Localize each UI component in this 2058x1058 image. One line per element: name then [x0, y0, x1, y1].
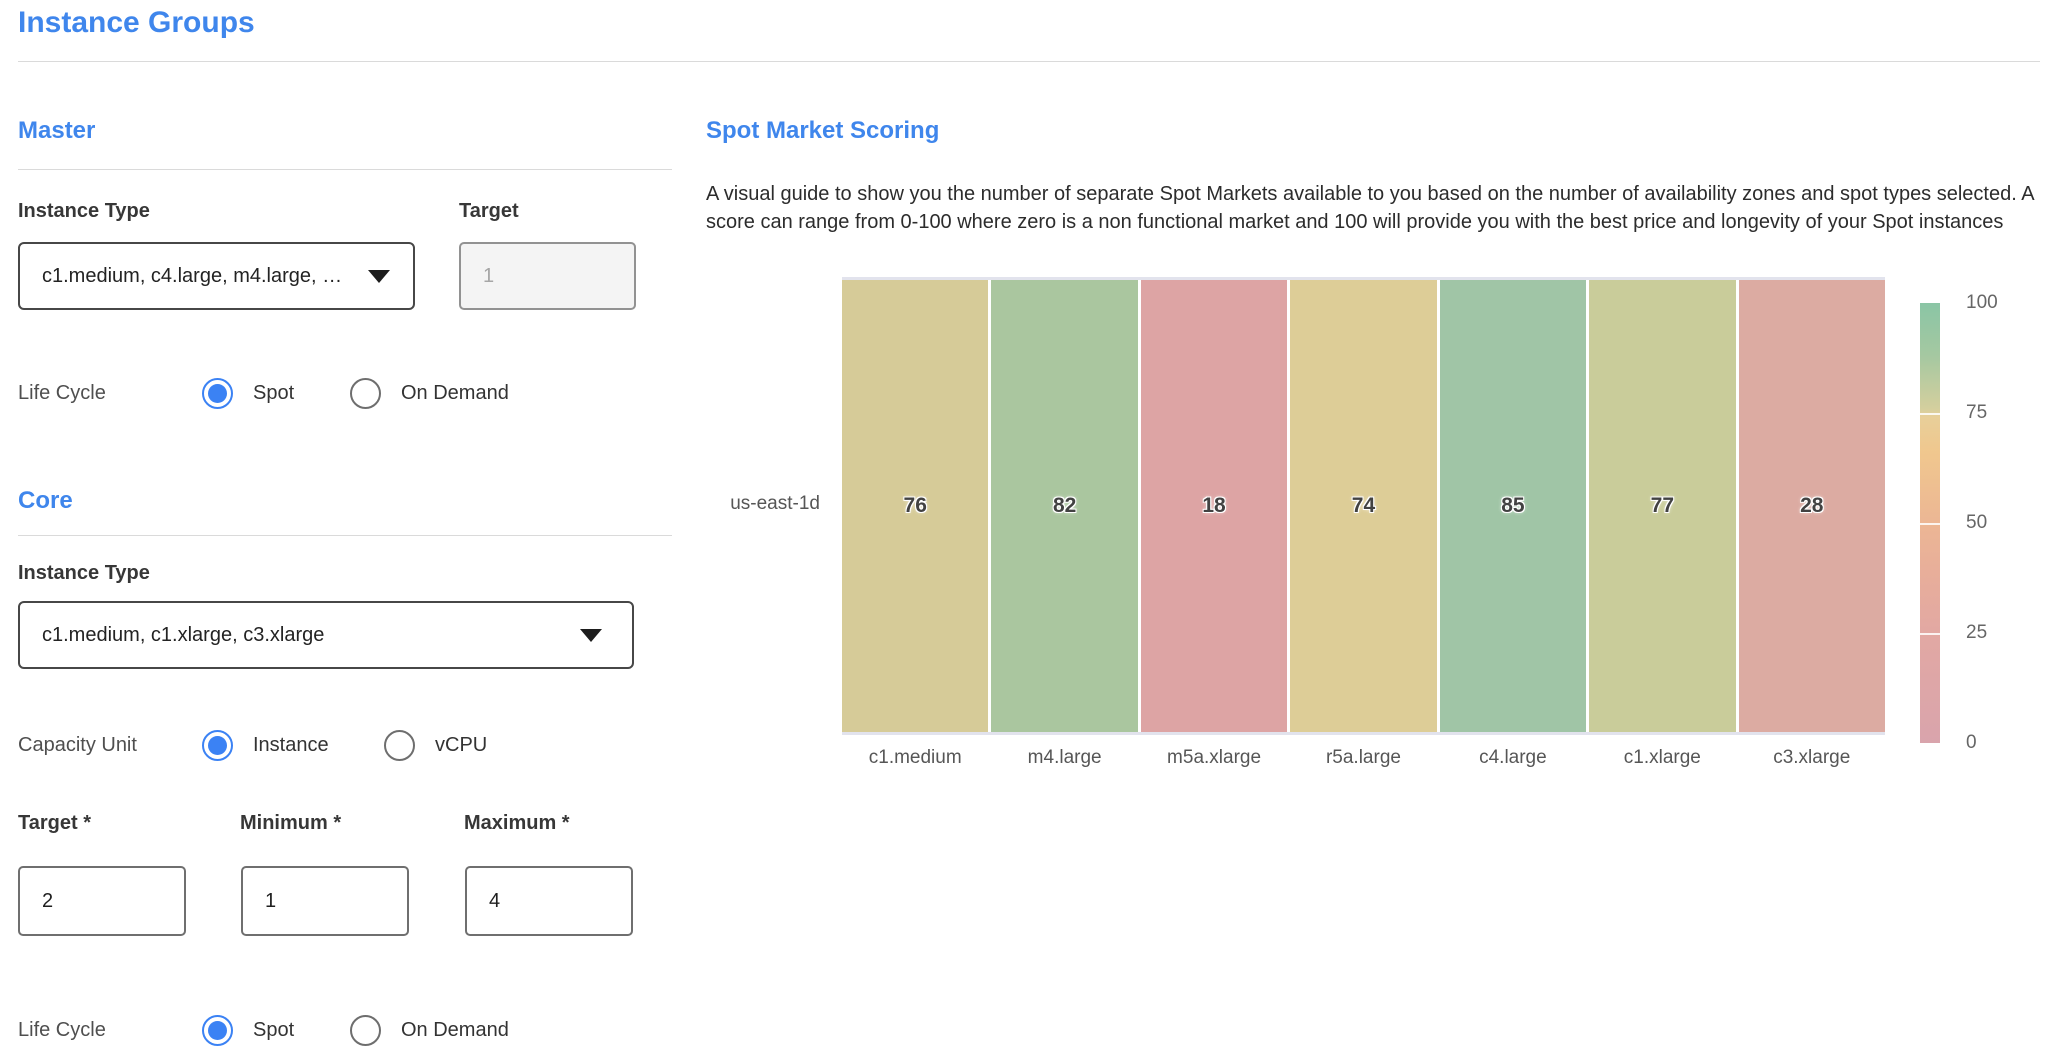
core-minimum-input[interactable]: [241, 866, 409, 936]
master-divider: [18, 169, 672, 170]
heatmap-cell-value: 85: [1501, 494, 1524, 518]
master-life-cycle-option-spot[interactable]: Spot: [202, 376, 294, 410]
x-axis-label: m5a.xlarge: [1141, 747, 1287, 769]
core-life-cycle-option-on-demand[interactable]: On Demand: [350, 1013, 509, 1047]
heatmap-cell-value: 18: [1202, 494, 1225, 518]
chevron-down-icon: [368, 270, 390, 283]
radio-selected-icon[interactable]: [202, 378, 233, 409]
heatmap-cell[interactable]: 74: [1290, 280, 1436, 732]
chevron-down-icon: [580, 629, 602, 642]
radio-unselected-icon[interactable]: [350, 378, 381, 409]
spot-market-description: A visual guide to show you the number of…: [706, 180, 2046, 236]
core-maximum-input[interactable]: [465, 866, 633, 936]
heatmap-cell-value: 77: [1651, 494, 1674, 518]
x-axis-label: c3.xlarge: [1739, 747, 1885, 769]
core-target-input[interactable]: [18, 866, 186, 936]
core-instance-type-label: Instance Type: [18, 562, 150, 585]
legend-tick-labels: 1007550250: [1966, 303, 2026, 743]
master-target-label: Target: [459, 200, 519, 223]
capacity-unit-option-vcpu[interactable]: vCPU: [384, 728, 487, 762]
heatmap-cell[interactable]: 77: [1589, 280, 1735, 732]
heatmap-grid-edge: [842, 732, 1885, 735]
heatmap-y-axis-label: us-east-1d: [672, 493, 820, 515]
master-life-cycle-group: Life Cycle Spot On Demand: [18, 376, 672, 410]
heatmap-cell[interactable]: 18: [1141, 280, 1287, 732]
radio-unselected-icon[interactable]: [384, 730, 415, 761]
x-axis-label: c1.medium: [842, 747, 988, 769]
x-axis-label: c1.xlarge: [1589, 747, 1735, 769]
master-target-input: [459, 242, 636, 310]
legend-tick-label: 75: [1966, 402, 1987, 424]
x-axis-label: c4.large: [1440, 747, 1586, 769]
heatmap-cell-value: 74: [1352, 494, 1375, 518]
life-cycle-label: Life Cycle: [18, 376, 106, 410]
spot-market-scoring-heading: Spot Market Scoring: [706, 117, 939, 145]
core-life-cycle-option-spot[interactable]: Spot: [202, 1013, 294, 1047]
legend-segment-line: [1920, 633, 1940, 635]
legend-segment-line: [1920, 523, 1940, 525]
x-axis-label: r5a.large: [1290, 747, 1436, 769]
radio-selected-icon[interactable]: [202, 1015, 233, 1046]
radio-selected-icon[interactable]: [202, 730, 233, 761]
core-capacity-unit-group: Capacity Unit Instance vCPU: [18, 728, 672, 762]
heatmap-cell[interactable]: 82: [991, 280, 1137, 732]
spot-market-heatmap: 76 82 18 74 85 77 28: [842, 277, 1885, 735]
core-maximum-label: Maximum *: [464, 812, 570, 835]
heatmap-x-labels: c1.mediumm4.largem5a.xlarger5a.largec4.l…: [842, 747, 1885, 769]
legend-tick-label: 25: [1966, 622, 1987, 644]
master-instance-type-label: Instance Type: [18, 200, 150, 223]
core-minimum-label: Minimum *: [240, 812, 341, 835]
master-instance-type-value: c1.medium, c4.large, m4.large, …: [20, 265, 342, 288]
legend-tick-label: 50: [1966, 512, 1987, 534]
legend-tick-label: 100: [1966, 292, 1998, 314]
heatmap-row: 76 82 18 74 85 77 28: [842, 280, 1885, 732]
title-divider: [18, 61, 2040, 62]
core-target-label: Target *: [18, 812, 91, 835]
legend-gradient-bar: [1920, 303, 1940, 743]
radio-unselected-icon[interactable]: [350, 1015, 381, 1046]
capacity-unit-option-instance[interactable]: Instance: [202, 728, 329, 762]
master-section-heading: Master: [18, 117, 95, 145]
heatmap-cell-value: 76: [904, 494, 927, 518]
heatmap-cell[interactable]: 85: [1440, 280, 1586, 732]
heatmap-cell-value: 28: [1800, 494, 1823, 518]
heatmap-cell-value: 82: [1053, 494, 1076, 518]
capacity-unit-label: Capacity Unit: [18, 728, 137, 762]
legend-tick-label: 0: [1966, 732, 1977, 754]
life-cycle-label: Life Cycle: [18, 1013, 106, 1047]
core-divider: [18, 535, 672, 536]
master-life-cycle-option-on-demand[interactable]: On Demand: [350, 376, 509, 410]
heatmap-cell[interactable]: 76: [842, 280, 988, 732]
core-instance-type-value: c1.medium, c1.xlarge, c3.xlarge: [20, 624, 324, 647]
legend-segment-line: [1920, 413, 1940, 415]
core-life-cycle-group: Life Cycle Spot On Demand: [18, 1013, 672, 1047]
page-title: Instance Groups: [18, 6, 255, 40]
master-instance-type-select[interactable]: c1.medium, c4.large, m4.large, …: [18, 242, 415, 310]
core-instance-type-select[interactable]: c1.medium, c1.xlarge, c3.xlarge: [18, 601, 634, 669]
x-axis-label: m4.large: [991, 747, 1137, 769]
heatmap-cell[interactable]: 28: [1739, 280, 1885, 732]
core-section-heading: Core: [18, 487, 73, 515]
